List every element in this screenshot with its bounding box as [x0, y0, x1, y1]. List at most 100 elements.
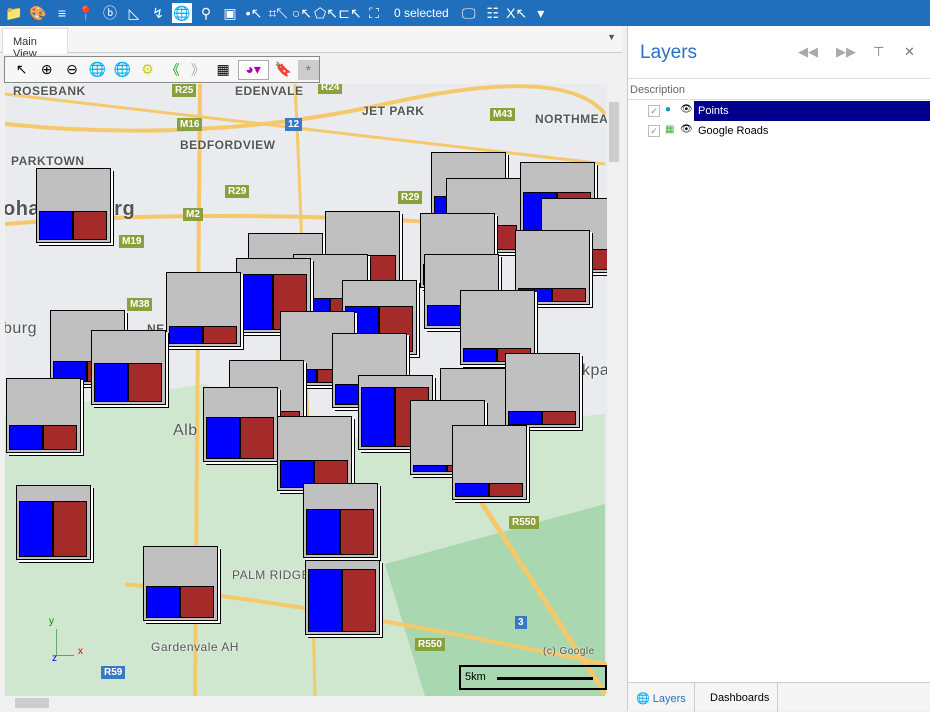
chart-symbol[interactable]	[36, 168, 111, 243]
globe-icon[interactable]: 🌐	[172, 3, 192, 23]
zoom-in-icon[interactable]: ⊕	[36, 60, 57, 80]
chart-symbol[interactable]	[91, 330, 166, 405]
road-shield: 3	[515, 616, 527, 629]
layer-checkbox[interactable]: ✓	[648, 125, 660, 137]
settings-icon[interactable]: ⚙	[137, 60, 158, 80]
select-point-icon[interactable]: •↖	[244, 3, 264, 23]
selection-count: 0 selected	[394, 6, 449, 20]
tab-layers-label: Layers	[652, 693, 686, 705]
chart-symbol[interactable]	[452, 425, 527, 500]
map-place-label: PALM RIDGE	[232, 568, 311, 582]
tab-dashboards[interactable]: Dashboards	[702, 683, 779, 712]
layer-row-points[interactable]: ✓ ● 👁 Points	[628, 101, 930, 121]
open-folder-icon[interactable]: 📁	[4, 3, 24, 23]
bar-series-a	[146, 586, 180, 618]
dropdown-arrow-icon[interactable]: ▾	[531, 3, 551, 23]
layers-stack-icon[interactable]: ≡	[52, 3, 72, 23]
paint-palette-icon[interactable]: 🎨	[28, 3, 48, 23]
pin-icon[interactable]: ⊤	[873, 44, 884, 60]
map-horizontal-scrollbar[interactable]	[5, 696, 607, 710]
road-shield: M43	[490, 108, 516, 121]
select-polygon-icon[interactable]: ⬠↖	[314, 3, 338, 23]
bar-series-a	[206, 417, 240, 459]
measure-angle-icon[interactable]: ◺	[124, 3, 144, 23]
map-canvas[interactable]: ROSEBANK EDENVALE JET PARK NORTHMEA PARKTOWN…	[5, 84, 607, 696]
map-frame-icon[interactable]: ▣	[220, 3, 240, 23]
bar-series-b	[340, 509, 374, 555]
layer-name: Points	[694, 101, 930, 121]
map-pin-icon[interactable]: ⚲	[196, 3, 216, 23]
bar-series-b	[552, 288, 586, 302]
chart-symbol[interactable]	[277, 416, 352, 491]
panel-title: Layers	[640, 42, 698, 63]
bar-series-a	[9, 425, 43, 450]
map-place-label: Alb	[173, 422, 198, 439]
visibility-eye-icon[interactable]: 👁	[680, 104, 693, 115]
bar-series-b	[73, 211, 107, 240]
axis-y-label: y	[49, 616, 54, 627]
extra-tool-button[interactable]: *	[297, 59, 319, 80]
chart-symbol[interactable]	[143, 546, 218, 621]
bar-series-a	[94, 363, 128, 402]
road-shield: R25	[172, 84, 197, 97]
axis-x-label: x	[78, 646, 83, 657]
layer-row-google-roads[interactable]: ✓ ▦ 👁 Google Roads	[628, 121, 930, 141]
table-icon[interactable]: ☷	[483, 3, 503, 23]
excel-export-icon[interactable]: X↖	[506, 3, 527, 23]
bing-icon[interactable]: ⓑ	[100, 3, 120, 23]
map-place-label: burg	[5, 320, 38, 337]
pointer-icon[interactable]: ↖	[11, 60, 32, 80]
tab-menu-arrow-icon[interactable]: ▼	[607, 32, 616, 42]
main-toolbar: 📁 🎨 ≡ 📍 ⓑ ◺ ↯ 🌐 ⚲ ▣ •↖ ⌗↖ ○↖ ⬠↖ ⊏↖ ⛶ 0 selected 🖵 ☷ X↖ ▾	[0, 0, 930, 26]
zoom-out-icon[interactable]: ⊖	[61, 60, 82, 80]
bar-series-a	[508, 411, 542, 425]
bar-series-a	[463, 348, 497, 362]
grid-icon[interactable]: ▦	[213, 60, 234, 80]
bar-series-a	[169, 326, 203, 344]
globe-icon[interactable]: 🌐	[87, 60, 108, 80]
road-shield: R59	[101, 666, 126, 679]
road-shield: R29	[398, 191, 423, 204]
scale-bar: 5km	[459, 665, 607, 690]
color-palette-dropdown[interactable]: ◕▾	[237, 59, 269, 80]
chart-symbol[interactable]	[505, 353, 580, 428]
globe-icon: 🌐	[636, 693, 650, 705]
chart-symbol[interactable]	[305, 560, 380, 635]
chart-symbol[interactable]	[203, 387, 278, 462]
tab-layers[interactable]: 🌐 Layers	[628, 683, 695, 712]
map-vertical-scrollbar[interactable]	[607, 84, 621, 696]
previous-icon[interactable]: ◀◀	[798, 44, 818, 60]
back-icon[interactable]: 《	[162, 60, 183, 80]
map-place-label: NORTHMEA	[535, 112, 607, 126]
select-line-icon[interactable]: ⊏↖	[338, 3, 361, 23]
chart-symbol[interactable]	[16, 485, 91, 560]
panel-bottom-tabs: 🌐 Layers Dashboards	[628, 682, 930, 712]
layers-panel: Layers ◀◀ ▶▶ ⊤ ✕ Description ✓ ● 👁 Point…	[627, 26, 930, 712]
road-shield: R29	[225, 185, 250, 198]
bar-series-b	[128, 363, 162, 402]
bar-series-a	[39, 211, 73, 240]
monitor-icon[interactable]: 🖵	[459, 3, 479, 23]
map-toolbar: ↖ ⊕ ⊖ 🌐 🌐 ⚙ 《》 ▦ ◕▾ 🔖 *	[4, 56, 320, 83]
bar-series-a	[306, 509, 340, 555]
google-maps-layer-icon: ▦	[665, 124, 675, 135]
chart-symbol[interactable]	[166, 272, 241, 347]
layer-checkbox[interactable]: ✓	[648, 105, 660, 117]
tab-main-view[interactable]: Main View	[2, 28, 68, 60]
select-rectangle-icon[interactable]: ⌗↖	[268, 3, 288, 23]
forward-icon[interactable]: 》	[187, 60, 208, 80]
map-place-label: (c) Google	[543, 646, 595, 657]
google-maps-icon[interactable]: 📍	[76, 3, 96, 23]
road-shield: M38	[127, 298, 153, 311]
select-circle-icon[interactable]: ○↖	[292, 3, 312, 23]
next-icon[interactable]: ▶▶	[836, 44, 856, 60]
close-icon[interactable]: ✕	[904, 44, 915, 60]
full-extent-icon[interactable]: 🌐	[112, 60, 133, 80]
chart-symbol[interactable]	[303, 483, 378, 558]
route-icon[interactable]: ↯	[148, 3, 168, 23]
road-shield: R550	[415, 638, 445, 651]
chart-symbol[interactable]	[6, 378, 81, 453]
bookmark-icon[interactable]: 🔖	[273, 60, 294, 80]
clear-selection-icon[interactable]: ⛶	[364, 3, 384, 23]
visibility-eye-icon[interactable]: 👁	[680, 124, 693, 135]
